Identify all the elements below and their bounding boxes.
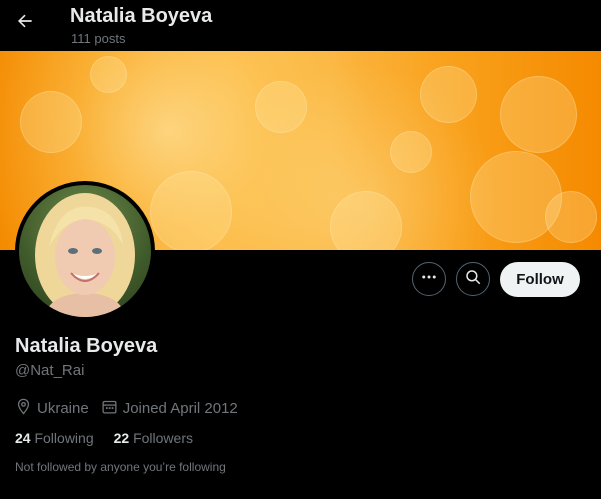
following-link[interactable]: 24 Following (15, 430, 94, 446)
avatar[interactable] (15, 181, 155, 321)
profile-header: Natalia Boyeva 111 posts (0, 0, 601, 51)
location-text: Ukraine (37, 400, 89, 417)
location-pin-icon (15, 398, 37, 419)
location: Ukraine (15, 398, 89, 419)
arrow-left-icon (15, 11, 35, 36)
back-button[interactable] (10, 8, 40, 38)
following-count: 24 (15, 430, 31, 446)
search-button[interactable] (456, 262, 490, 296)
follow-stats: 24 Following 22 Followers (15, 430, 213, 446)
calendar-icon (101, 398, 123, 419)
joined-date: Joined April 2012 (101, 398, 238, 419)
followed-by-notice: Not followed by anyone you’re following (15, 460, 226, 474)
joined-text: Joined April 2012 (122, 400, 238, 417)
header-title: Natalia Boyeva (70, 5, 213, 27)
more-button[interactable] (412, 262, 446, 296)
search-icon (464, 268, 482, 291)
followers-label: Followers (133, 430, 193, 446)
followers-link[interactable]: 22 Followers (114, 430, 193, 446)
profile-name: Natalia Boyeva (15, 335, 158, 357)
profile-handle: @Nat_Rai (15, 362, 85, 379)
profile-meta: Ukraine Joined April 2012 (15, 398, 250, 419)
following-label: Following (34, 430, 94, 446)
more-dots-icon (420, 268, 438, 291)
post-count: 111 posts (71, 31, 126, 46)
follow-button[interactable]: Follow (500, 262, 580, 297)
avatar-photo (19, 185, 151, 317)
followers-count: 22 (113, 430, 130, 446)
